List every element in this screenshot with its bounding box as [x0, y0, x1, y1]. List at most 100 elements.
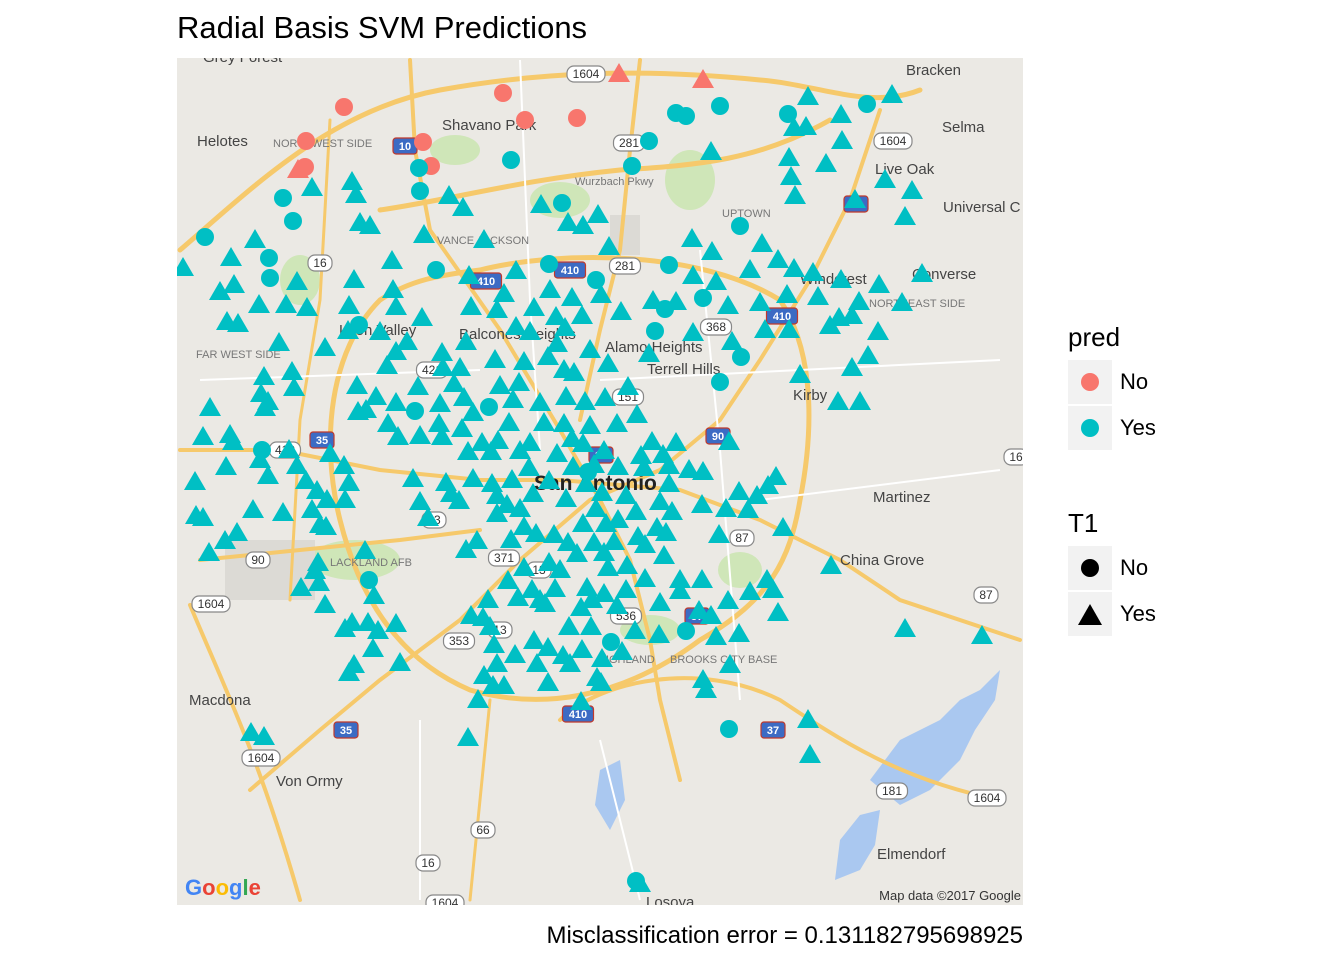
data-point[interactable] — [857, 345, 879, 364]
data-point[interactable] — [196, 228, 214, 246]
data-point[interactable] — [297, 132, 315, 150]
data-point[interactable] — [767, 602, 789, 621]
data-point[interactable] — [411, 182, 429, 200]
data-point[interactable] — [555, 386, 577, 405]
data-point[interactable] — [518, 457, 540, 476]
data-point[interactable] — [717, 590, 739, 609]
data-point[interactable] — [504, 644, 526, 663]
data-point[interactable] — [694, 289, 712, 307]
data-point[interactable] — [711, 373, 729, 391]
data-point[interactable] — [244, 229, 266, 248]
data-point[interactable] — [341, 171, 363, 190]
data-point[interactable] — [830, 104, 852, 123]
data-point[interactable] — [494, 84, 512, 102]
data-point[interactable] — [728, 481, 750, 500]
data-point[interactable] — [429, 393, 451, 412]
data-point[interactable] — [658, 473, 680, 492]
data-point[interactable] — [732, 348, 750, 366]
data-point[interactable] — [410, 159, 428, 177]
data-point[interactable] — [409, 425, 431, 444]
data-point[interactable] — [385, 296, 407, 315]
data-point[interactable] — [540, 255, 558, 273]
data-point[interactable] — [894, 618, 916, 637]
data-point[interactable] — [220, 247, 242, 266]
data-point[interactable] — [484, 349, 506, 368]
data-point[interactable] — [778, 147, 800, 166]
data-point[interactable] — [314, 594, 336, 613]
data-point[interactable] — [799, 744, 821, 763]
data-point[interactable] — [523, 297, 545, 316]
data-point[interactable] — [691, 569, 713, 588]
data-point[interactable] — [489, 375, 511, 394]
data-point[interactable] — [253, 366, 275, 385]
data-point[interactable] — [626, 404, 648, 423]
data-point[interactable] — [281, 361, 303, 380]
data-point[interactable] — [498, 412, 520, 431]
data-point[interactable] — [516, 111, 534, 129]
data-point[interactable] — [184, 471, 206, 490]
data-point[interactable] — [539, 279, 561, 298]
data-point[interactable] — [640, 132, 658, 150]
data-point[interactable] — [362, 638, 384, 657]
data-point[interactable] — [827, 391, 849, 410]
data-point[interactable] — [576, 577, 598, 596]
data-point[interactable] — [858, 95, 876, 113]
data-point[interactable] — [199, 397, 221, 416]
data-point[interactable] — [274, 189, 292, 207]
data-point[interactable] — [248, 294, 270, 313]
data-point[interactable] — [192, 426, 214, 445]
data-point[interactable] — [784, 185, 806, 204]
data-point[interactable] — [901, 180, 923, 199]
data-point[interactable] — [606, 413, 628, 432]
data-point[interactable] — [561, 287, 583, 306]
data-point[interactable] — [807, 286, 829, 305]
data-point[interactable] — [711, 97, 729, 115]
data-point[interactable] — [314, 337, 336, 356]
data-point[interactable] — [815, 153, 837, 172]
data-point[interactable] — [335, 98, 353, 116]
data-point[interactable] — [427, 261, 445, 279]
data-point[interactable] — [574, 391, 596, 410]
data-point[interactable] — [776, 284, 798, 303]
data-point[interactable] — [867, 321, 889, 340]
data-point[interactable] — [641, 431, 663, 450]
data-point[interactable] — [242, 499, 264, 518]
data-point[interactable] — [751, 233, 773, 252]
data-point[interactable] — [272, 502, 294, 521]
data-point[interactable] — [665, 291, 687, 310]
data-point[interactable] — [409, 491, 431, 510]
data-point[interactable] — [215, 456, 237, 475]
data-point[interactable] — [502, 151, 520, 169]
data-point[interactable] — [677, 622, 695, 640]
data-point[interactable] — [537, 672, 559, 691]
data-point[interactable] — [692, 69, 714, 88]
data-point[interactable] — [377, 413, 399, 432]
data-point[interactable] — [261, 269, 279, 287]
data-point[interactable] — [660, 256, 678, 274]
data-point[interactable] — [717, 295, 739, 314]
data-point[interactable] — [701, 241, 723, 260]
data-point[interactable] — [284, 212, 302, 230]
data-point[interactable] — [623, 157, 641, 175]
data-point[interactable] — [642, 290, 664, 309]
data-point[interactable] — [338, 295, 360, 314]
data-point[interactable] — [346, 375, 368, 394]
data-point[interactable] — [406, 402, 424, 420]
data-point[interactable] — [223, 274, 245, 293]
data-point[interactable] — [414, 133, 432, 151]
data-point[interactable] — [894, 206, 916, 225]
data-point[interactable] — [602, 633, 620, 651]
data-point[interactable] — [544, 578, 566, 597]
data-point[interactable] — [428, 413, 450, 432]
data-point[interactable] — [868, 274, 890, 293]
data-point[interactable] — [481, 473, 503, 492]
data-point[interactable] — [616, 555, 638, 574]
data-point[interactable] — [728, 623, 750, 642]
data-point[interactable] — [715, 498, 737, 517]
data-point[interactable] — [780, 166, 802, 185]
data-point[interactable] — [720, 720, 738, 738]
data-point[interactable] — [558, 616, 580, 635]
data-point[interactable] — [649, 592, 671, 611]
data-point[interactable] — [739, 259, 761, 278]
data-point[interactable] — [523, 630, 545, 649]
